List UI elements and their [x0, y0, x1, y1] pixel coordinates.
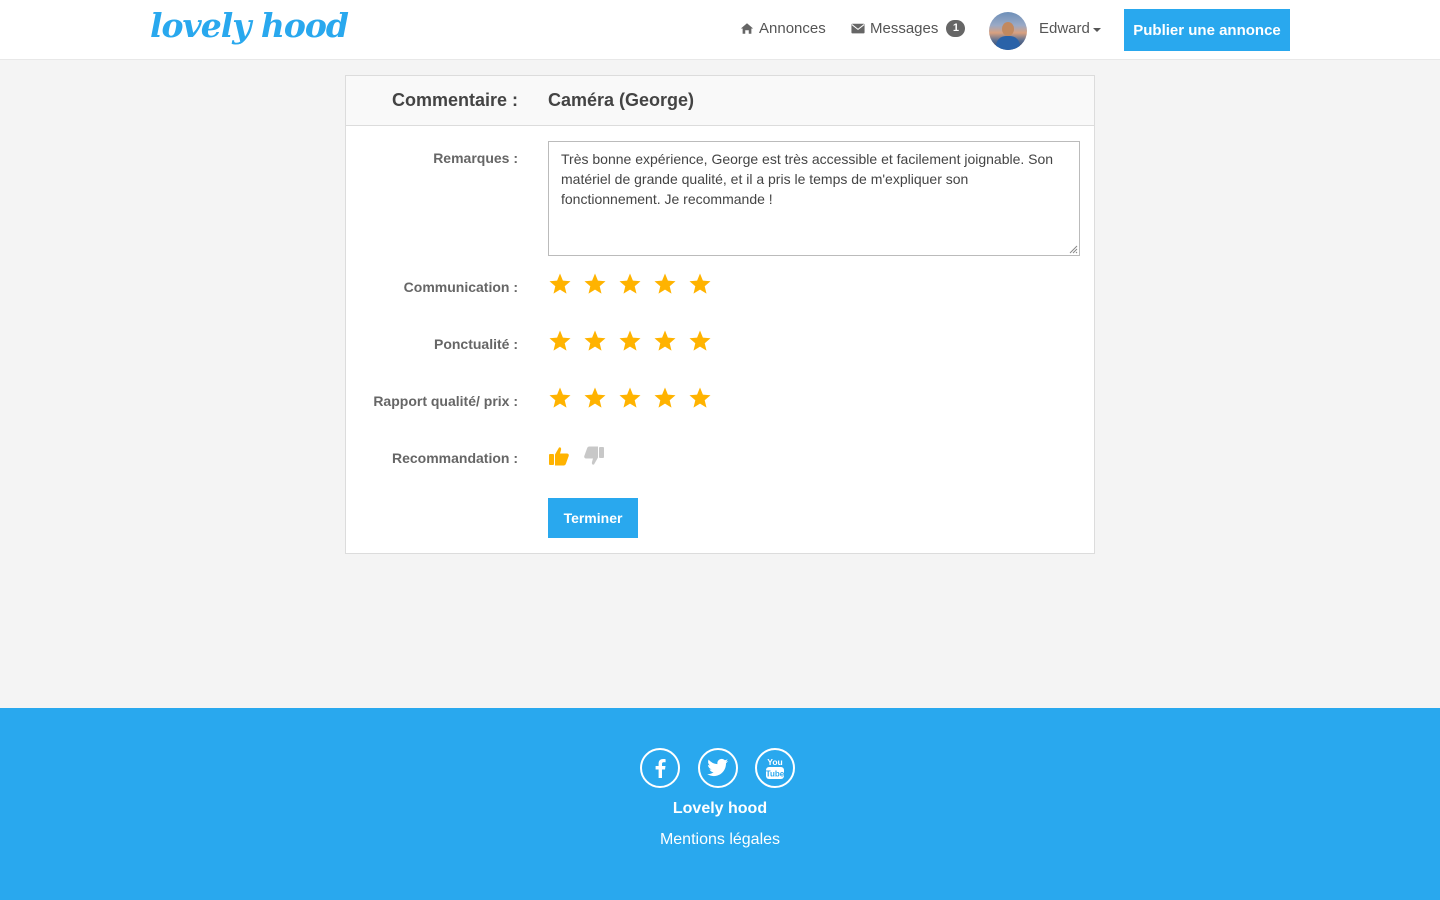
recommendation-toggle[interactable] — [548, 445, 605, 467]
thumbs-down-icon[interactable] — [583, 445, 605, 467]
star-icon[interactable] — [618, 386, 642, 410]
star-icon[interactable] — [618, 272, 642, 296]
star-icon[interactable] — [653, 386, 677, 410]
star-icon[interactable] — [548, 386, 572, 410]
star-icon[interactable] — [688, 272, 712, 296]
punctuality-rating[interactable] — [548, 329, 712, 353]
star-icon[interactable] — [548, 272, 572, 296]
youtube-link[interactable]: You Tube — [755, 748, 795, 788]
caret-down-icon — [1092, 27, 1101, 32]
nav-messages-label: Messages — [870, 20, 939, 37]
user-menu[interactable]: Edward — [1039, 20, 1101, 37]
communication-rating[interactable] — [548, 272, 712, 296]
facebook-icon — [655, 759, 666, 778]
star-icon[interactable] — [653, 272, 677, 296]
remarks-textarea[interactable]: Très bonne expérience, George est très a… — [548, 141, 1080, 256]
comment-label: Commentaire : — [391, 90, 518, 110]
nav-annonces[interactable]: Annonces — [740, 20, 826, 37]
comment-title: Caméra (George) — [548, 90, 695, 110]
value-for-money-label: Rapport qualité/ prix : — [373, 393, 518, 409]
svg-text:Tube: Tube — [766, 770, 785, 779]
communication-label: Communication : — [403, 279, 518, 295]
recommendation-label: Recommandation : — [391, 450, 518, 466]
navbar: lovely hood Annonces Messages 1 Edward P… — [0, 0, 1440, 60]
punctuality-label: Ponctualité : — [433, 336, 518, 352]
review-panel: Commentaire : Caméra (George) Remarques … — [345, 75, 1095, 554]
star-icon[interactable] — [583, 329, 607, 353]
user-name: Edward — [1039, 20, 1090, 37]
legal-notice-link[interactable]: Mentions légales — [0, 831, 1440, 849]
resize-grip-icon[interactable] — [1068, 244, 1078, 254]
remarks-label: Remarques : — [433, 150, 518, 166]
panel-header: Commentaire : Caméra (George) — [346, 76, 1094, 126]
star-icon[interactable] — [583, 386, 607, 410]
footer-brand: Lovely hood — [672, 800, 768, 817]
envelope-icon — [851, 23, 865, 34]
avatar[interactable] — [989, 12, 1027, 50]
star-icon[interactable] — [548, 329, 572, 353]
star-icon[interactable] — [688, 329, 712, 353]
twitter-link[interactable] — [698, 748, 738, 788]
facebook-link[interactable] — [640, 748, 680, 788]
star-icon[interactable] — [653, 329, 677, 353]
svg-text:You: You — [767, 757, 782, 767]
star-icon[interactable] — [688, 386, 712, 410]
publish-ad-button[interactable]: Publier une annonce — [1124, 9, 1290, 51]
thumbs-up-icon[interactable] — [548, 445, 570, 467]
star-icon[interactable] — [618, 329, 642, 353]
home-icon — [740, 23, 754, 34]
nav-annonces-label: Annonces — [759, 20, 826, 37]
star-icon[interactable] — [583, 272, 607, 296]
finish-button[interactable]: Terminer — [548, 498, 638, 538]
logo[interactable]: lovely hood — [150, 6, 349, 45]
twitter-icon — [707, 758, 729, 777]
value-for-money-rating[interactable] — [548, 386, 712, 410]
footer: You Tube Lovely hood Mentions légales — [0, 708, 1440, 900]
youtube-icon: You Tube — [766, 757, 785, 779]
nav-messages[interactable]: Messages 1 — [851, 20, 966, 37]
messages-count-badge: 1 — [946, 20, 966, 37]
